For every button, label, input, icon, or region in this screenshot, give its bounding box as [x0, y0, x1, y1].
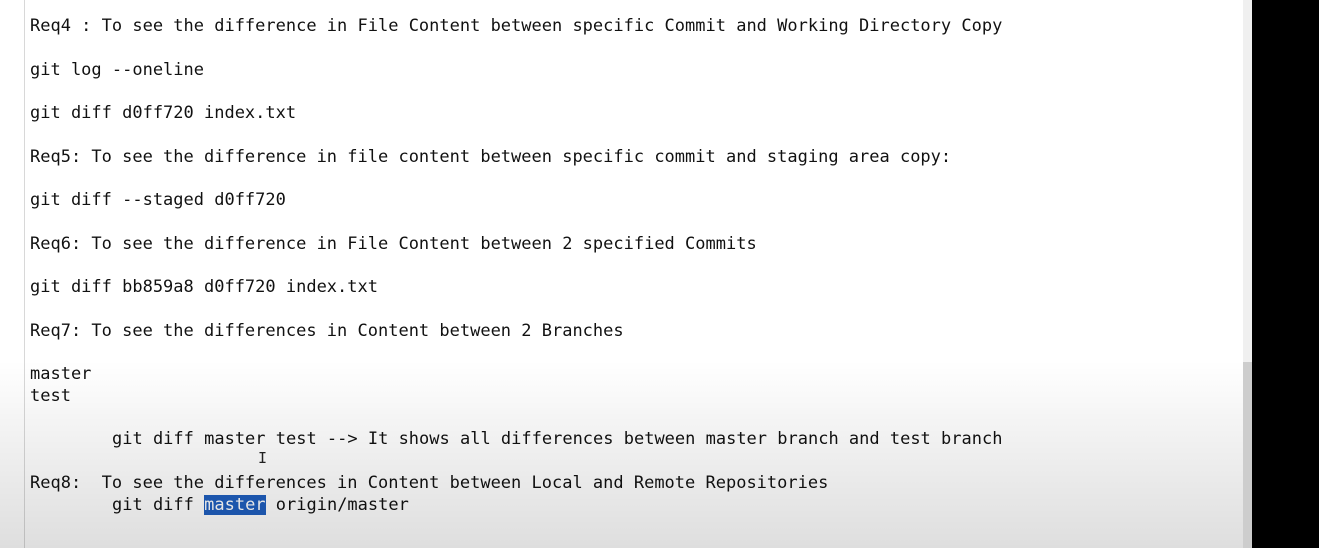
line-req8: Req8: To see the differences in Content …	[30, 473, 829, 493]
line-req7: Req7: To see the differences in Content …	[30, 321, 624, 341]
line-master: master	[30, 364, 92, 384]
text-editor[interactable]: Req4 : To see the difference in File Con…	[0, 0, 1252, 548]
text-selection[interactable]: master	[204, 495, 266, 515]
line-prefix: git diff	[112, 495, 205, 515]
line-test: test	[30, 386, 71, 406]
ibeam-cursor-icon: I	[258, 449, 268, 467]
line-git-diff-remote: git diff master origin/master	[112, 494, 409, 516]
line-req4: Req4 : To see the difference in File Con…	[30, 16, 1003, 36]
line-git-diff-commit: git diff d0ff720 index.txt	[30, 103, 297, 123]
line-git-log: git log --oneline	[30, 60, 204, 80]
line-git-diff-branches: git diff master test --> It shows all di…	[112, 429, 1003, 449]
video-overlay-shade	[0, 360, 1252, 548]
line-git-diff-staged: git diff --staged d0ff720	[30, 190, 286, 210]
line-suffix: origin/master	[265, 495, 409, 515]
line-req6: Req6: To see the difference in File Cont…	[30, 234, 757, 254]
editor-gutter	[24, 0, 25, 548]
scrollbar-thumb[interactable]	[1243, 362, 1252, 548]
line-req5: Req5: To see the difference in file cont…	[30, 147, 952, 167]
line-git-diff-two-commits: git diff bb859a8 d0ff720 index.txt	[30, 277, 378, 297]
